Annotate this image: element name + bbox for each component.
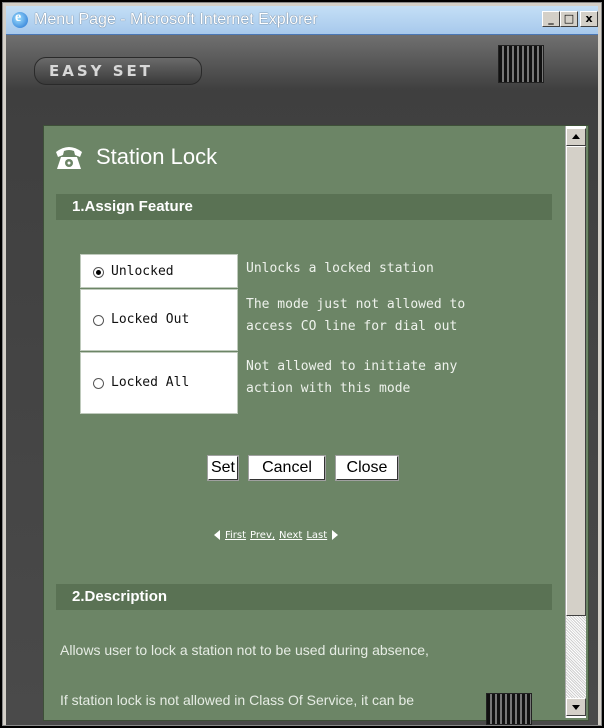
scroll-track[interactable] [566, 616, 586, 698]
description-line: Allows user to lock a station not to be … [60, 642, 429, 658]
cancel-button[interactable]: Cancel [248, 455, 326, 481]
internet-explorer-icon [12, 10, 28, 28]
set-button[interactable]: Set [207, 455, 239, 481]
app-frame: EASY SET Station Lock 1.Assign Feature U… [6, 35, 598, 725]
window-title: Menu Page - Microsoft Internet Explorer [34, 11, 318, 28]
option-unlocked[interactable]: Unlocked [80, 254, 238, 288]
description-section-header: 2.Description [56, 584, 552, 610]
telephone-icon [56, 147, 82, 169]
previous-arrow-icon[interactable] [214, 530, 220, 540]
last-link[interactable]: Last [306, 530, 327, 541]
close-button[interactable]: Close [335, 455, 399, 481]
unlocked-label: Unlocked [111, 264, 174, 279]
locked-out-radio[interactable] [93, 315, 104, 326]
page-title: Station Lock [96, 144, 218, 169]
pager: First Prev, Next Last [214, 530, 339, 541]
assign-feature-section-header: 1.Assign Feature [56, 194, 552, 220]
description-line: If station lock is not allowed in Class … [60, 692, 415, 708]
locked-all-radio[interactable] [93, 378, 104, 389]
option-locked-all[interactable]: Locked All [80, 352, 238, 414]
scroll-thumb[interactable] [566, 146, 586, 616]
next-link[interactable]: Next [279, 530, 302, 541]
scroll-up-button[interactable] [566, 128, 586, 146]
scroll-down-button[interactable] [566, 698, 586, 716]
prev-link[interactable]: Prev, [250, 530, 275, 541]
maximize-button[interactable]: □ [560, 11, 578, 27]
easy-set-logo: EASY SET [34, 57, 202, 85]
minimize-button[interactable]: _ [542, 11, 560, 27]
browser-window: Menu Page - Microsoft Internet Explorer … [2, 2, 602, 726]
title-bar: Menu Page - Microsoft Internet Explorer … [6, 6, 598, 35]
decorative-grill-bottom [486, 693, 532, 725]
locked-all-label: Locked All [111, 375, 190, 390]
decorative-grill-top [498, 45, 544, 83]
first-link[interactable]: First [225, 530, 246, 541]
unlocked-radio[interactable] [93, 267, 104, 278]
locked-out-description: The mode just not allowed to access CO l… [246, 297, 466, 334]
content-panel: Station Lock 1.Assign Feature Unlocked U… [43, 125, 589, 721]
next-arrow-icon[interactable] [332, 530, 339, 540]
locked-out-label: Locked Out [111, 312, 190, 327]
close-window-button[interactable]: x [580, 11, 598, 27]
unlocked-description: Unlocks a locked station [246, 261, 434, 276]
option-locked-out[interactable]: Locked Out [80, 289, 238, 351]
locked-all-description: Not allowed to initiate any action with … [246, 359, 458, 396]
vertical-scrollbar[interactable] [565, 126, 586, 718]
